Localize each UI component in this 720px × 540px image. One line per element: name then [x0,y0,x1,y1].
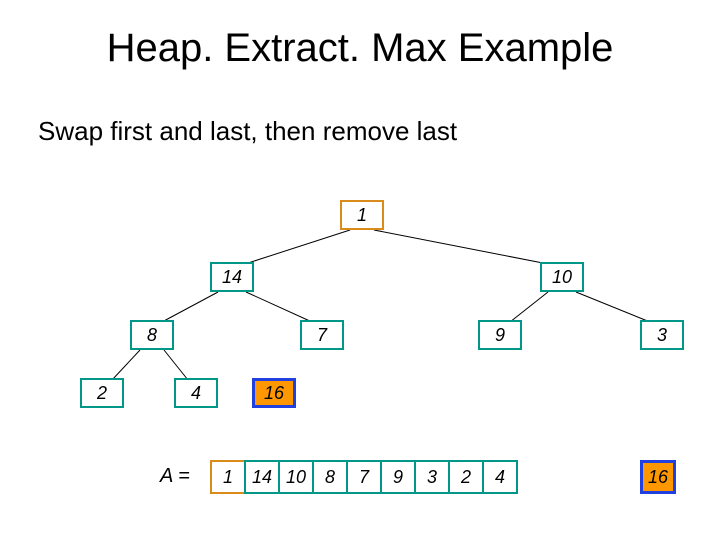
tree-node: 3 [640,320,684,350]
array-cell: 14 [244,460,280,494]
array-cell: 7 [346,460,382,494]
tree-node: 4 [174,378,218,408]
array-cell: 1 [210,460,246,494]
tree-node: 8 [130,320,174,350]
array-cell: 10 [278,460,314,494]
tree-node: 7 [300,320,344,350]
heap-tree: 1 14 10 8 7 9 3 2 4 16 [0,0,720,540]
tree-node: 10 [540,262,584,292]
tree-node-removed: 16 [252,378,296,408]
array-label: A = [160,465,190,488]
tree-node-root: 1 [340,200,384,230]
tree-node: 14 [210,262,254,292]
extracted-value: 16 [640,460,676,494]
tree-node: 9 [478,320,522,350]
array-cell: 9 [380,460,416,494]
array-cell: 4 [482,460,518,494]
array-cell: 2 [448,460,484,494]
array-cell: 8 [312,460,348,494]
tree-node: 2 [80,378,124,408]
array-cell: 3 [414,460,450,494]
heap-array: 1 14 10 8 7 9 3 2 4 [210,460,518,494]
